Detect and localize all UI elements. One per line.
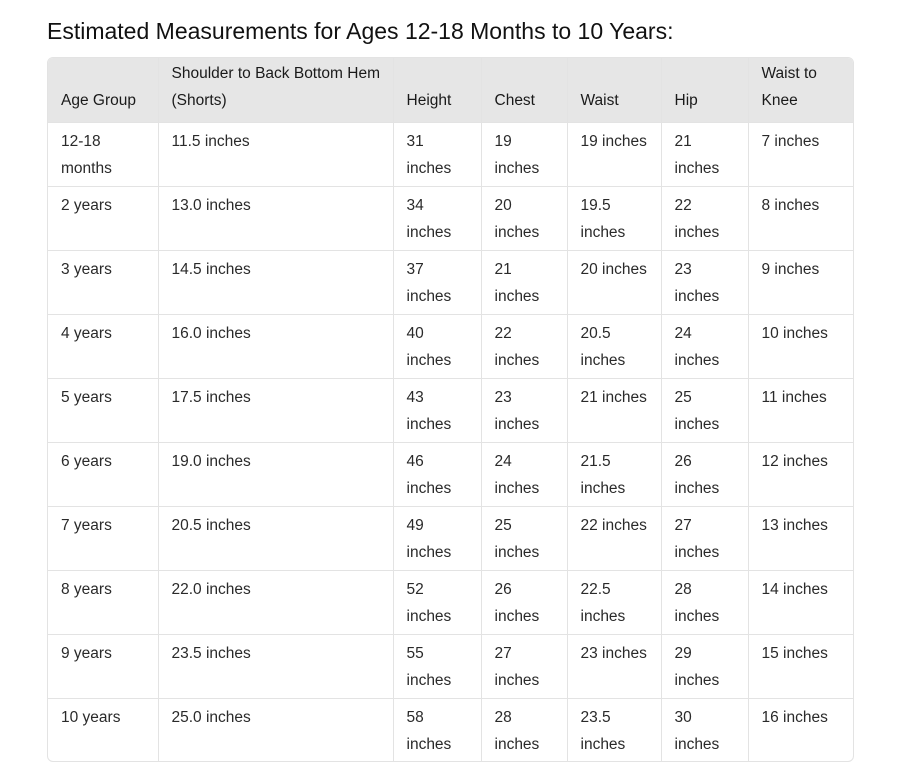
hip-cell: 23 inches xyxy=(660,249,748,314)
chest-cell: 20 inches xyxy=(480,185,567,250)
column-header-shoulder-to-hem: Shoulder to Back Bottom Hem (Shorts) xyxy=(157,58,393,122)
shoulder-to-hem-cell: 11.5 inches xyxy=(157,121,393,186)
height-cell: 40 inches xyxy=(392,313,481,378)
table-header: Age Group Shoulder to Back Bottom Hem (S… xyxy=(48,58,853,122)
chest-cell: 26 inches xyxy=(480,569,567,634)
table-row: 12-18 months 11.5 inches 31 inches 19 inche… xyxy=(48,121,853,186)
chest-cell: 23 inches xyxy=(480,377,567,442)
height-cell: 31 inches xyxy=(392,121,481,186)
column-header-height: Height xyxy=(392,58,481,122)
shoulder-to-hem-cell: 17.5 inches xyxy=(157,377,393,442)
shoulder-to-hem-cell: 14.5 inches xyxy=(157,249,393,314)
shoulder-to-hem-cell: 16.0 inches xyxy=(157,313,393,378)
chest-cell: 21 inches xyxy=(480,249,567,314)
age-group-cell: 9 years xyxy=(48,633,158,698)
height-cell: 34 inches xyxy=(392,185,481,250)
waist-cell: 21 inches xyxy=(566,377,661,442)
shoulder-to-hem-cell: 19.0 inches xyxy=(157,441,393,506)
height-cell: 55 inches xyxy=(392,633,481,698)
age-group-cell: 3 years xyxy=(48,249,158,314)
table-row: 5 years 17.5 inches 43 inches 23 inches 21 i… xyxy=(48,377,853,442)
age-group-cell: 6 years xyxy=(48,441,158,506)
table-row: 7 years 20.5 inches 49 inches 25 inches 22 i… xyxy=(48,505,853,570)
measurements-table-container: Age Group Shoulder to Back Bottom Hem (S… xyxy=(47,57,854,762)
height-cell: 58 inches xyxy=(392,697,481,761)
age-group-cell: 7 years xyxy=(48,505,158,570)
hip-cell: 25 inches xyxy=(660,377,748,442)
shoulder-to-hem-cell: 20.5 inches xyxy=(157,505,393,570)
waist-cell: 21.5 inches xyxy=(566,441,661,506)
chest-cell: 28 inches xyxy=(480,697,567,761)
table-row: 8 years 22.0 inches 52 inches 26 inches 22.5… xyxy=(48,569,853,634)
height-cell: 43 inches xyxy=(392,377,481,442)
table-row: 2 years 13.0 inches 34 inches 20 inches 19.5… xyxy=(48,185,853,250)
hip-cell: 22 inches xyxy=(660,185,748,250)
table-body: 12-18 months 11.5 inches 31 inches 19 inche… xyxy=(48,121,853,761)
age-group-cell: 8 years xyxy=(48,569,158,634)
chest-cell: 24 inches xyxy=(480,441,567,506)
waist-to-knee-cell: 12 inches xyxy=(747,441,853,506)
height-cell: 49 inches xyxy=(392,505,481,570)
height-cell: 46 inches xyxy=(392,441,481,506)
chest-cell: 25 inches xyxy=(480,505,567,570)
hip-cell: 26 inches xyxy=(660,441,748,506)
header-row: Age Group Shoulder to Back Bottom Hem (S… xyxy=(48,58,853,122)
waist-cell: 22 inches xyxy=(566,505,661,570)
waist-cell: 20 inches xyxy=(566,249,661,314)
waist-cell: 23 inches xyxy=(566,633,661,698)
waist-cell: 19.5 inches xyxy=(566,185,661,250)
waist-to-knee-cell: 10 inches xyxy=(747,313,853,378)
column-header-age-group: Age Group xyxy=(48,58,158,122)
age-group-cell: 12-18 months xyxy=(48,121,158,186)
hip-cell: 29 inches xyxy=(660,633,748,698)
shoulder-to-hem-cell: 13.0 inches xyxy=(157,185,393,250)
chest-cell: 19 inches xyxy=(480,121,567,186)
column-header-waist-to-knee: Waist to Knee xyxy=(747,58,853,122)
hip-cell: 27 inches xyxy=(660,505,748,570)
hip-cell: 24 inches xyxy=(660,313,748,378)
waist-cell: 20.5 inches xyxy=(566,313,661,378)
waist-to-knee-cell: 8 inches xyxy=(747,185,853,250)
table-row: 10 years 25.0 inches 58 inches 28 inches 23.… xyxy=(48,697,853,761)
age-group-cell: 10 years xyxy=(48,697,158,761)
waist-cell: 23.5 inches xyxy=(566,697,661,761)
hip-cell: 28 inches xyxy=(660,569,748,634)
chest-cell: 22 inches xyxy=(480,313,567,378)
waist-to-knee-cell: 14 inches xyxy=(747,569,853,634)
age-group-cell: 2 years xyxy=(48,185,158,250)
hip-cell: 30 inches xyxy=(660,697,748,761)
waist-cell: 19 inches xyxy=(566,121,661,186)
waist-to-knee-cell: 9 inches xyxy=(747,249,853,314)
page-title: Estimated Measurements for Ages 12-18 Mo… xyxy=(47,18,674,44)
table-row: 9 years 23.5 inches 55 inches 27 inches 23 i… xyxy=(48,633,853,698)
age-group-cell: 4 years xyxy=(48,313,158,378)
waist-to-knee-cell: 11 inches xyxy=(747,377,853,442)
hip-cell: 21 inches xyxy=(660,121,748,186)
shoulder-to-hem-cell: 23.5 inches xyxy=(157,633,393,698)
waist-to-knee-cell: 15 inches xyxy=(747,633,853,698)
table-row: 4 years 16.0 inches 40 inches 22 inches 20.5… xyxy=(48,313,853,378)
shoulder-to-hem-cell: 25.0 inches xyxy=(157,697,393,761)
column-header-chest: Chest xyxy=(480,58,567,122)
waist-cell: 22.5 inches xyxy=(566,569,661,634)
waist-to-knee-cell: 7 inches xyxy=(747,121,853,186)
table-row: 6 years 19.0 inches 46 inches 24 inches 21.5… xyxy=(48,441,853,506)
table-row: 3 years 14.5 inches 37 inches 21 inches 20 i… xyxy=(48,249,853,314)
measurements-table: Age Group Shoulder to Back Bottom Hem (S… xyxy=(48,58,853,761)
column-header-hip: Hip xyxy=(660,58,748,122)
column-header-waist: Waist xyxy=(566,58,661,122)
chest-cell: 27 inches xyxy=(480,633,567,698)
height-cell: 52 inches xyxy=(392,569,481,634)
height-cell: 37 inches xyxy=(392,249,481,314)
shoulder-to-hem-cell: 22.0 inches xyxy=(157,569,393,634)
age-group-cell: 5 years xyxy=(48,377,158,442)
waist-to-knee-cell: 16 inches xyxy=(747,697,853,761)
waist-to-knee-cell: 13 inches xyxy=(747,505,853,570)
